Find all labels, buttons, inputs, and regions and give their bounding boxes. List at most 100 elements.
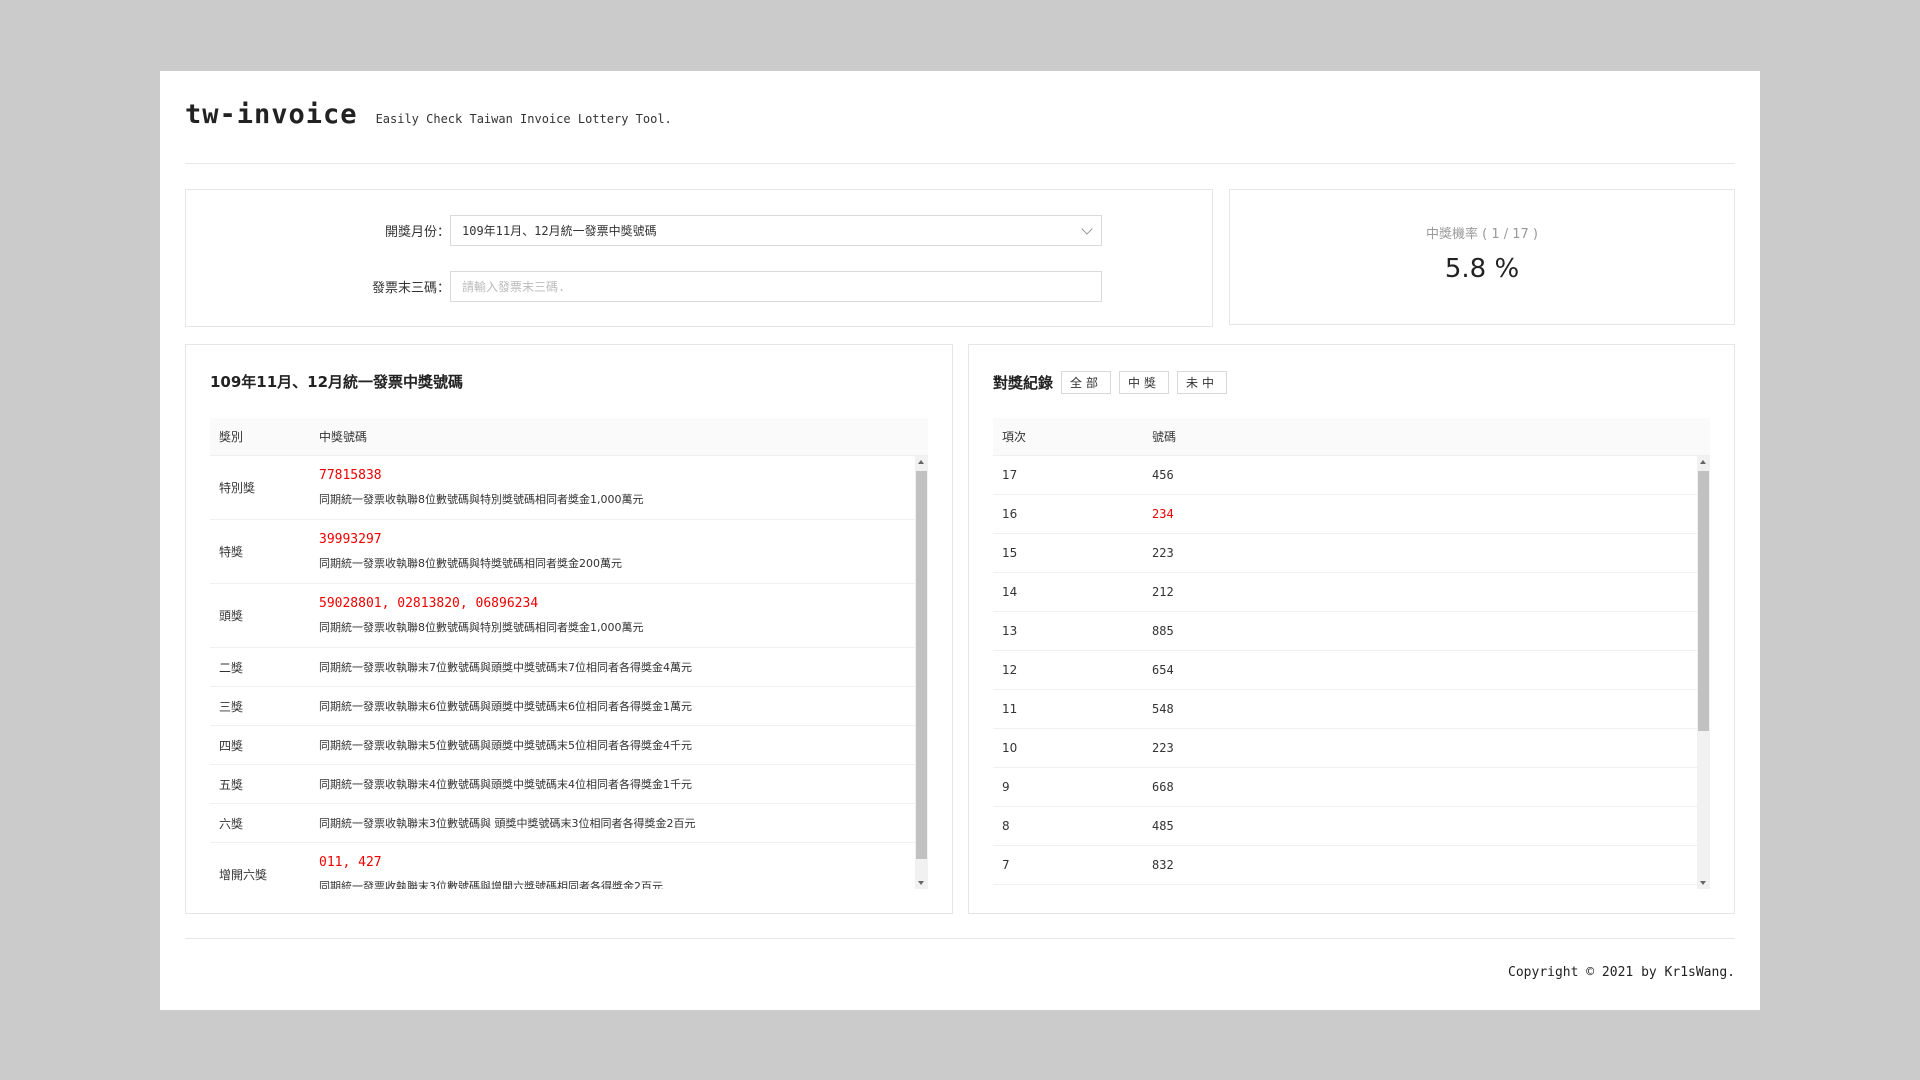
prize-numbers: 77815838 — [319, 468, 382, 483]
prize-name: 三獎 — [219, 699, 244, 714]
record-number: 654 — [1152, 663, 1174, 677]
prize-row: 四獎 同期統一發票收執聯末5位數號碼與頭獎中獎號碼末5位相同者各得獎金4千元 — [210, 726, 915, 765]
app-card: tw-invoice Easily Check Taiwan Invoice L… — [160, 71, 1760, 1010]
prize-detail: 59028801, 02813820, 06896234 同期統一發票收執聯8位數… — [319, 596, 915, 635]
prize-name: 增開六獎 — [219, 868, 268, 882]
form-panel: 開獎月份： 109年11月、12月統一發票中獎號碼 發票末三碼： 請輸入發票末三… — [185, 189, 1213, 327]
record-number: 885 — [1152, 624, 1174, 638]
month-select[interactable]: 109年11月、12月統一發票中獎號碼 — [450, 215, 1102, 246]
chevron-down-icon — [1081, 223, 1093, 235]
header: tw-invoice Easily Check Taiwan Invoice L… — [185, 99, 672, 130]
records-title: 對獎紀錄 — [993, 374, 1054, 392]
app-subtitle: Easily Check Taiwan Invoice Lottery Tool… — [375, 112, 672, 126]
record-index: 14 — [1002, 585, 1018, 599]
prize-description: 同期統一發票收執聯8位數號碼與特別獎號碼相同者獎金1,000萬元 — [319, 493, 644, 506]
copyright: Copyright © 2021 by Kr1sWang. — [1508, 965, 1735, 980]
prize-description: 同期統一發票收執聯末5位數號碼與頭獎中獎號碼末5位相同者各得獎金4千元 — [319, 739, 692, 752]
record-row: 11 548 — [993, 690, 1697, 729]
record-number: 668 — [1152, 780, 1174, 794]
record-row: 10 223 — [993, 729, 1697, 768]
prize-col-header: 獎別 — [219, 430, 244, 444]
record-row: 7 832 — [993, 846, 1697, 885]
prize-detail: 同期統一發票收執聯末4位數號碼與頭獎中獎號碼末4位相同者各得獎金1千元 — [319, 776, 915, 792]
record-row: 16 234 — [993, 495, 1697, 534]
prize-detail: 011, 427 同期統一發票收執聯末3位數號碼與增開六獎號碼相同者各得獎金2百元 — [319, 855, 915, 889]
month-select-value: 109年11月、12月統一發票中獎號碼 — [462, 224, 657, 238]
prize-row: 五獎 同期統一發票收執聯末4位數號碼與頭獎中獎號碼末4位相同者各得獎金1千元 — [210, 765, 915, 804]
record-number: 223 — [1152, 546, 1174, 560]
prize-description: 同期統一發票收執聯末7位數號碼與頭獎中獎號碼末7位相同者各得獎金4萬元 — [319, 661, 692, 674]
prizes-scrollbar[interactable] — [915, 456, 928, 889]
records-rows: 17 456 16 234 15 223 14 212 13 885 12 654 11 548 10 223… — [993, 456, 1710, 885]
win-rate-label: 中獎機率 ( 1 / 17 ) — [1426, 227, 1538, 242]
prize-detail: 同期統一發票收執聯末5位數號碼與頭獎中獎號碼末5位相同者各得獎金4千元 — [319, 737, 915, 753]
record-number: 234 — [1152, 507, 1174, 521]
record-number: 832 — [1152, 858, 1174, 872]
prize-row: 六獎 同期統一發票收執聯末3位數號碼與 頭獎中獎號碼末3位相同者各得獎金2百元 — [210, 804, 915, 843]
prize-numbers: 59028801, 02813820, 06896234 — [319, 596, 539, 611]
prize-description: 同期統一發票收執聯末4位數號碼與頭獎中獎號碼末4位相同者各得獎金1千元 — [319, 778, 692, 791]
index-col-header: 項次 — [1002, 430, 1027, 444]
scroll-up-icon[interactable] — [1700, 460, 1706, 464]
scroll-down-icon[interactable] — [1700, 881, 1706, 885]
filter-all-button[interactable]: 全部 — [1061, 371, 1112, 394]
last3-input[interactable]: 請輸入發票末三碼. — [450, 271, 1102, 302]
record-row: 15 223 — [993, 534, 1697, 573]
record-index: 7 — [1002, 858, 1010, 872]
record-index: 13 — [1002, 624, 1018, 638]
numbers-col-header: 中獎號碼 — [319, 430, 368, 444]
filter-win-button[interactable]: 中獎 — [1119, 371, 1170, 394]
records-scroll-thumb[interactable] — [1698, 471, 1709, 731]
prize-description: 同期統一發票收執聯末6位數號碼與頭獎中獎號碼末6位相同者各得獎金1萬元 — [319, 700, 692, 713]
record-index: 11 — [1002, 702, 1018, 716]
prizes-table-header: 獎別 中獎號碼 — [210, 418, 928, 456]
records-panel: 對獎紀錄 全部 中獎 未中 項次 號碼 17 456 16 234 15 223 14 212… — [968, 344, 1735, 914]
prize-description: 同期統一發票收執聯8位數號碼與特別獎號碼相同者獎金1,000萬元 — [319, 621, 644, 634]
prizes-rows: 特別獎 77815838 同期統一發票收執聯8位數號碼與特別獎號碼相同者獎金1,00… — [210, 456, 928, 889]
record-number: 548 — [1152, 702, 1174, 716]
record-row: 14 212 — [993, 573, 1697, 612]
record-index: 9 — [1002, 780, 1010, 794]
last3-row: 發票末三碼： 請輸入發票末三碼. — [360, 271, 1102, 302]
prize-row: 特獎 39993297 同期統一發票收執聯8位數號碼與特獎號碼相同者獎金200萬元 — [210, 520, 915, 584]
prizes-scroll-thumb[interactable] — [916, 471, 927, 859]
record-number: 223 — [1152, 741, 1174, 755]
prizes-panel: 109年11月、12月統一發票中獎號碼 獎別 中獎號碼 特別獎 77815838 同… — [185, 344, 953, 914]
prize-name: 二獎 — [219, 660, 244, 675]
prize-name: 特別獎 — [219, 481, 256, 495]
record-number: 456 — [1152, 468, 1174, 482]
prize-numbers: 011, 427 — [319, 855, 382, 870]
prize-detail: 77815838 同期統一發票收執聯8位數號碼與特別獎號碼相同者獎金1,000萬元 — [319, 468, 915, 507]
scroll-down-icon[interactable] — [918, 881, 924, 885]
last3-label: 發票末三碼： — [371, 281, 450, 296]
prize-row: 增開六獎 011, 427 同期統一發票收執聯末3位數號碼與增開六獎號碼相同者各得獎… — [210, 843, 915, 889]
prize-row: 頭獎 59028801, 02813820, 06896234 同期統一發票收執聯8… — [210, 584, 915, 648]
record-row: 17 456 — [993, 456, 1697, 495]
records-scrollbar[interactable] — [1697, 456, 1710, 889]
prize-row: 三獎 同期統一發票收執聯末6位數號碼與頭獎中獎號碼末6位相同者各得獎金1萬元 — [210, 687, 915, 726]
prize-name: 五獎 — [219, 777, 244, 792]
record-number: 485 — [1152, 819, 1174, 833]
record-index: 8 — [1002, 819, 1010, 833]
footer-divider — [185, 938, 1735, 939]
filter-lose-button[interactable]: 未中 — [1177, 371, 1228, 394]
prize-description: 同期統一發票收執聯末3位數號碼與 頭獎中獎號碼末3位相同者各得獎金2百元 — [319, 817, 696, 830]
month-row: 開獎月份： 109年11月、12月統一發票中獎號碼 — [360, 215, 1102, 246]
record-row: 12 654 — [993, 651, 1697, 690]
prize-row: 特別獎 77815838 同期統一發票收執聯8位數號碼與特別獎號碼相同者獎金1,00… — [210, 456, 915, 520]
records-table-body[interactable]: 17 456 16 234 15 223 14 212 13 885 12 654 11 548 10 223… — [993, 456, 1710, 889]
prize-description: 同期統一發票收執聯8位數號碼與特獎號碼相同者獎金200萬元 — [319, 557, 622, 570]
record-number: 212 — [1152, 585, 1174, 599]
prizes-table-body[interactable]: 特別獎 77815838 同期統一發票收執聯8位數號碼與特別獎號碼相同者獎金1,00… — [210, 456, 928, 889]
prize-detail: 同期統一發票收執聯末7位數號碼與頭獎中獎號碼末7位相同者各得獎金4萬元 — [319, 659, 915, 675]
prize-name: 頭獎 — [219, 609, 244, 623]
prize-name: 特獎 — [219, 545, 244, 559]
number-col-header: 號碼 — [1152, 430, 1177, 444]
record-row: 8 485 — [993, 807, 1697, 846]
records-header: 對獎紀錄 全部 中獎 未中 — [993, 371, 1228, 394]
prizes-title: 109年11月、12月統一發票中獎號碼 — [210, 373, 464, 391]
record-row: 9 668 — [993, 768, 1697, 807]
prize-name: 六獎 — [219, 816, 244, 831]
scroll-up-icon[interactable] — [918, 460, 924, 464]
prize-row: 二獎 同期統一發票收執聯末7位數號碼與頭獎中獎號碼末7位相同者各得獎金4萬元 — [210, 648, 915, 687]
